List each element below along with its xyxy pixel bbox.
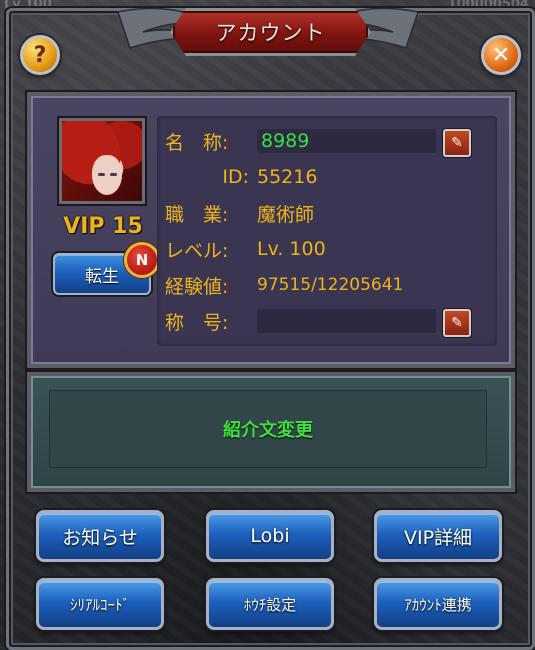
change-intro-label: 紹介文変更 [223, 420, 313, 441]
vip-detail-label: VIP詳細 [403, 526, 473, 549]
class-label: 職 業: [165, 203, 229, 226]
name-label: 名 称: [165, 131, 229, 154]
exp-label: 経験値: [165, 275, 229, 298]
push-settings-button[interactable]: ﾎｳﾁ設定 [206, 578, 334, 630]
push-settings-label: ﾎｳﾁ設定 [243, 595, 297, 614]
id-label: ID: [222, 166, 249, 188]
title-plate: アカウント [170, 8, 371, 56]
lobi-label: Lobi [250, 525, 290, 547]
avatar-face [92, 155, 122, 195]
level-label: レベル: [165, 239, 229, 262]
new-badge-label: N [135, 251, 149, 269]
new-badge-icon: N [124, 242, 160, 278]
info-row-title: 称 号: [157, 306, 436, 336]
close-icon: ✕ [491, 42, 511, 68]
news-label: お知らせ [62, 526, 138, 549]
avatar-eye-left [98, 173, 105, 176]
page-title: アカウント [215, 21, 326, 45]
class-value: 魔術師 [257, 203, 315, 226]
player-info-box: 名 称: 8989 ✎ ID: 55216 職 業: 魔術師 レベル: Lv. … [157, 116, 497, 346]
info-row-name: 名 称: 8989 [157, 126, 436, 156]
avatar[interactable] [59, 118, 145, 204]
info-row-class: 職 業: 魔術師 [157, 198, 314, 228]
vip-detail-button[interactable]: VIP詳細 [374, 510, 502, 562]
profile-panel: VIP 15 転生 N 名 称: 8989 ✎ ID: 55216 職 業: 魔… [27, 92, 515, 368]
reborn-label: 転生 [85, 266, 119, 287]
info-row-id: ID: 55216 [157, 162, 317, 192]
edit-icon: ✎ [451, 135, 463, 151]
serial-code-button[interactable]: ｼﾘｱﾙｺｰﾄﾞ [36, 578, 164, 630]
edit-icon: ✎ [451, 315, 463, 331]
title-label: 称 号: [165, 311, 229, 334]
help-button[interactable]: ? [20, 35, 60, 75]
help-icon: ? [33, 42, 47, 68]
change-intro-button[interactable]: 紹介文変更 [49, 390, 487, 468]
title-field [257, 309, 436, 333]
serial-code-label: ｼﾘｱﾙｺｰﾄﾞ [69, 595, 130, 614]
level-value: Lv. 100 [257, 238, 326, 260]
name-field: 8989 [257, 129, 436, 153]
news-button[interactable]: お知らせ [36, 510, 164, 562]
exp-value: 97515/12205641 [257, 275, 404, 295]
intro-panel: 紹介文変更 [27, 372, 515, 492]
edit-name-button[interactable]: ✎ [443, 129, 471, 157]
edit-title-button[interactable]: ✎ [443, 309, 471, 337]
vip-level: VIP 15 [63, 214, 143, 239]
account-link-label: ｱｶｳﾝﾄ連携 [404, 595, 472, 614]
avatar-eye-right [110, 173, 117, 176]
lobi-button[interactable]: Lobi [206, 510, 334, 562]
id-value: 55216 [257, 166, 318, 188]
info-row-level: レベル: Lv. 100 [157, 234, 326, 264]
info-row-exp: 経験値: 97515/12205641 [157, 270, 403, 300]
close-button[interactable]: ✕ [481, 35, 521, 75]
account-link-button[interactable]: ｱｶｳﾝﾄ連携 [374, 578, 502, 630]
